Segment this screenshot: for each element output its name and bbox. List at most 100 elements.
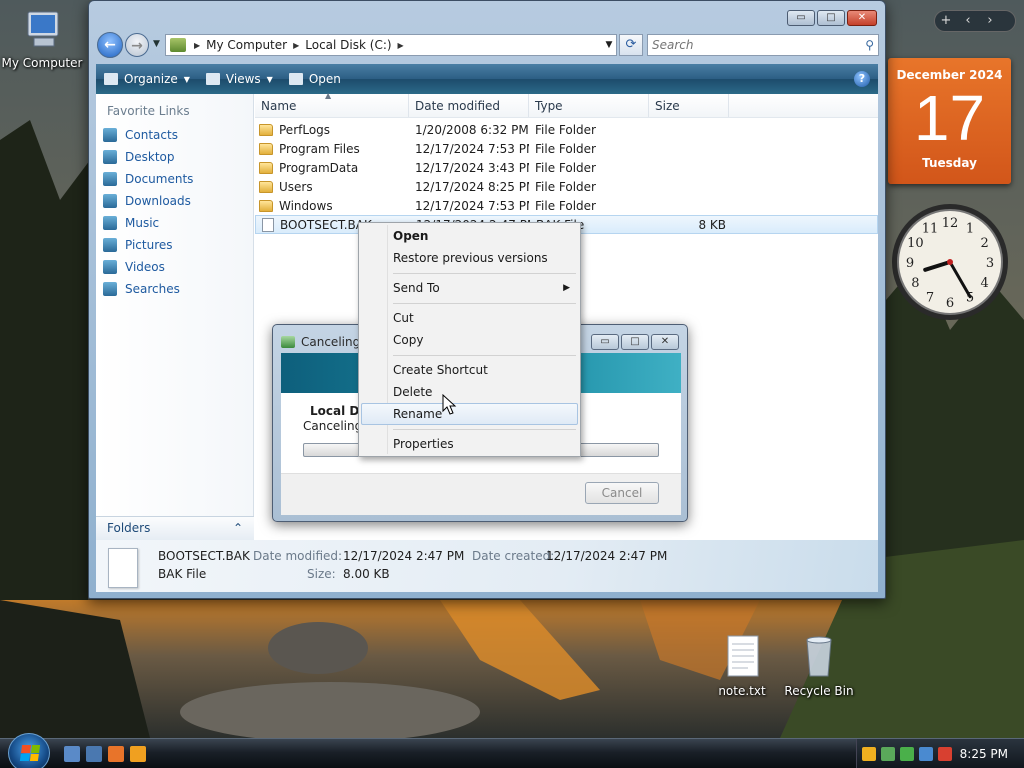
menu-item-rename[interactable]: Rename <box>361 403 578 425</box>
views-button[interactable]: Views ▼ <box>205 72 273 86</box>
favorite-link-pictures[interactable]: Pictures <box>96 234 253 256</box>
file-name-cell: ProgramData <box>255 161 409 175</box>
cancel-button[interactable]: Cancel <box>585 482 659 504</box>
file-row[interactable]: Windows 12/17/2024 7:53 PM File Folder <box>255 196 878 215</box>
desktop-icon-label: Recycle Bin <box>784 684 854 698</box>
details-filetype: BAK File <box>158 567 207 581</box>
file-date: 12/17/2024 8:25 PM <box>415 179 529 194</box>
menu-item-open[interactable]: Open <box>361 225 578 247</box>
file-row[interactable]: Users 12/17/2024 8:25 PM File Folder <box>255 177 878 196</box>
back-button[interactable]: ← <box>97 32 123 58</box>
column-header-name[interactable]: ▲ Name <box>255 91 409 117</box>
favorite-link-downloads[interactable]: Downloads <box>96 190 253 212</box>
menu-item-label: Properties <box>393 437 454 451</box>
clock-numeral: 9 <box>906 256 914 271</box>
network-status-icon[interactable] <box>900 747 914 761</box>
desktop-icon-my-computer[interactable]: My Computer <box>0 6 84 70</box>
clock-gadget[interactable]: 1 2 3 4 5 6 7 8 9 10 11 12 <box>888 200 1012 324</box>
minimize-button[interactable]: ▭ <box>787 10 815 26</box>
refresh-button[interactable]: ⟳ <box>619 34 643 56</box>
file-thumbnail-icon <box>108 548 138 588</box>
search-box[interactable]: ⚲ <box>647 34 879 56</box>
menu-item-properties[interactable]: Properties <box>361 433 578 455</box>
file-name: ProgramData <box>279 160 359 175</box>
dialog-minimize-button[interactable]: ▭ <box>591 334 619 350</box>
add-gadget-icon[interactable]: + <box>935 11 957 31</box>
menu-item-label: Delete <box>393 385 433 399</box>
file-row[interactable]: Program Files 12/17/2024 7:53 PM File Fold… <box>255 139 878 158</box>
menu-item-restore-previous-versions[interactable]: Restore previous versions <box>361 247 578 269</box>
column-header-size[interactable]: Size <box>649 94 729 117</box>
address-bar[interactable]: ▶ My Computer ▶ Local Disk (C:) ▶ ▼ <box>165 34 617 56</box>
menu-item-create-shortcut[interactable]: Create Shortcut <box>361 359 578 381</box>
organize-label: Organize <box>124 72 178 86</box>
clock-numeral: 2 <box>981 236 989 251</box>
switch-windows-icon[interactable] <box>86 746 102 762</box>
column-label: Name <box>261 99 297 113</box>
favorite-link-documents[interactable]: Documents <box>96 168 253 190</box>
calendar-gadget[interactable]: December 2024 17 Tuesday <box>888 58 1011 184</box>
folder-icon <box>259 142 273 155</box>
favorite-link-label: Contacts <box>125 128 178 142</box>
sync-icon[interactable] <box>881 747 895 761</box>
menu-item-cut[interactable]: Cut <box>361 307 578 329</box>
details-modified-label: Date modified: <box>253 549 343 563</box>
show-desktop-icon[interactable] <box>64 746 80 762</box>
breadcrumb-my-computer[interactable]: My Computer <box>206 38 287 52</box>
dialog-maximize-button[interactable]: □ <box>621 334 649 350</box>
forward-button[interactable]: → <box>125 33 149 57</box>
file-type: File Folder <box>535 179 596 194</box>
command-bar: Organize ▼ Views ▼ Open ? <box>96 64 878 94</box>
start-button[interactable] <box>8 733 50 768</box>
menu-item-label: Rename <box>393 407 443 421</box>
security-shield-icon[interactable] <box>862 747 876 761</box>
search-input[interactable] <box>652 38 866 52</box>
open-button[interactable]: Open <box>288 72 341 86</box>
favorite-link-searches[interactable]: Searches <box>96 278 253 300</box>
volume-muted-icon[interactable] <box>938 747 952 761</box>
column-header-date[interactable]: Date modified <box>409 94 529 117</box>
file-name-cell: Program Files <box>255 142 409 156</box>
firefox-icon[interactable] <box>108 746 124 762</box>
folder-icon <box>259 123 273 136</box>
breadcrumb-chevron-icon[interactable]: ▶ <box>194 41 200 50</box>
breadcrumb-chevron-icon[interactable]: ▶ <box>293 41 299 50</box>
favorite-link-label: Downloads <box>125 194 191 208</box>
folders-toggle[interactable]: Folders ⌃ <box>96 516 254 540</box>
maximize-button[interactable]: □ <box>817 10 845 26</box>
organize-button[interactable]: Organize ▼ <box>104 72 190 86</box>
favorite-link-desktop[interactable]: Desktop <box>96 146 253 168</box>
help-icon[interactable]: ? <box>854 71 870 87</box>
taskbar-clock[interactable]: 8:25 PM <box>960 747 1008 761</box>
favorite-link-contacts[interactable]: Contacts <box>96 124 253 146</box>
breadcrumb-local-disk[interactable]: Local Disk (C:) <box>305 38 391 52</box>
favorite-link-label: Music <box>125 216 160 230</box>
favorite-link-music[interactable]: Music <box>96 212 253 234</box>
menu-item-delete[interactable]: Delete <box>361 381 578 403</box>
file-date: 12/17/2024 7:53 PM <box>415 198 529 213</box>
search-icon[interactable]: ⚲ <box>865 38 874 52</box>
favorite-links-heading: Favorite Links <box>107 104 190 118</box>
dialog-close-button[interactable]: ✕ <box>651 334 679 350</box>
column-header-type[interactable]: Type <box>529 94 649 117</box>
network-icon[interactable] <box>919 747 933 761</box>
address-dropdown-icon[interactable]: ▼ <box>602 40 616 50</box>
desktop-icon-label: note.txt <box>718 684 766 698</box>
desktop-icon-note-txt[interactable]: note.txt <box>700 634 784 698</box>
favorite-link-videos[interactable]: Videos <box>96 256 253 278</box>
chevron-up-icon: ⌃ <box>232 521 243 535</box>
menu-item-label: Restore previous versions <box>393 251 548 265</box>
file-type: File Folder <box>535 198 596 213</box>
previous-gadget-icon[interactable]: ‹ <box>957 11 979 31</box>
recent-pages-dropdown[interactable]: ▼ <box>153 39 160 49</box>
calendar-month: December 2024 <box>896 68 1003 82</box>
breadcrumb-chevron-icon[interactable]: ▶ <box>398 41 404 50</box>
file-row[interactable]: ProgramData 12/17/2024 3:43 PM File Folder <box>255 158 878 177</box>
desktop-icon-recycle-bin[interactable]: Recycle Bin <box>777 634 861 698</box>
menu-item-copy[interactable]: Copy <box>361 329 578 351</box>
next-gadget-icon[interactable]: › <box>979 11 1001 31</box>
menu-item-send-to[interactable]: Send To ▶ <box>361 277 578 299</box>
file-row[interactable]: PerfLogs 1/20/2008 6:32 PM File Folder <box>255 120 878 139</box>
close-button[interactable]: ✕ <box>847 10 877 26</box>
media-player-icon[interactable] <box>130 746 146 762</box>
